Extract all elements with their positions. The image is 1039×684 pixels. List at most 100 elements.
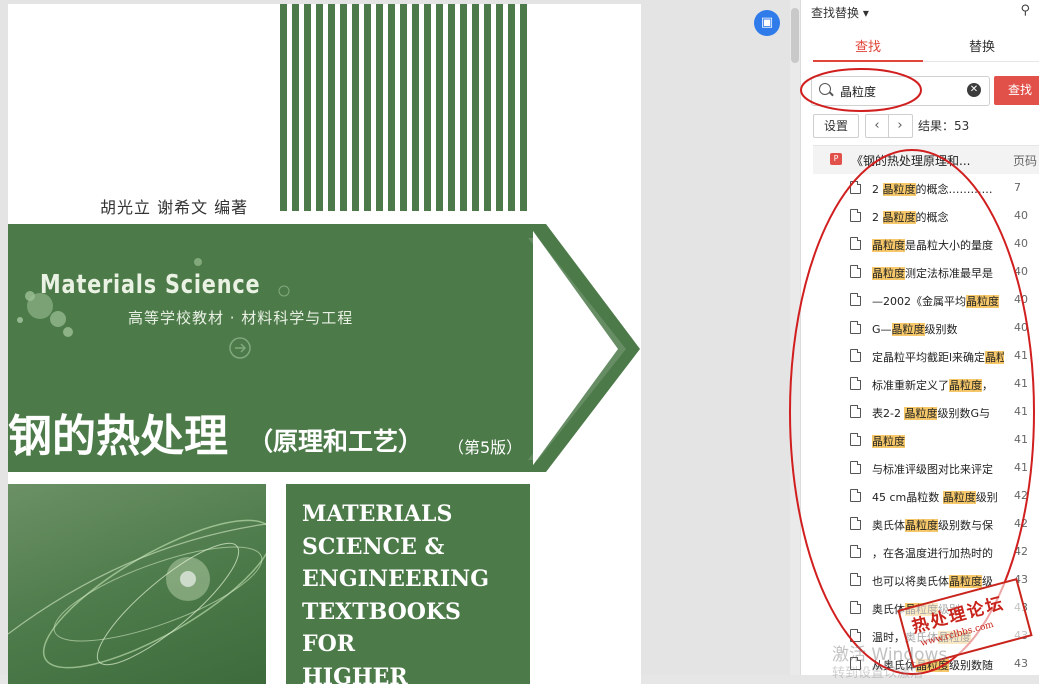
snippet-highlight: 晶粒度 — [872, 267, 905, 280]
result-snippet: 晶粒度是晶粒大小的量度 — [872, 237, 1004, 253]
document-icon — [850, 601, 861, 614]
result-item[interactable]: G—晶粒度级别数 40 — [813, 314, 1039, 342]
result-item[interactable]: 45 cm晶粒数 晶粒度级别 42 — [813, 482, 1039, 510]
book-edition: （第5版） — [448, 438, 523, 457]
result-page-number: 42 — [1014, 489, 1028, 502]
snippet-highlight: 晶粒度 — [949, 379, 982, 392]
snippet-text: G— — [872, 323, 892, 336]
document-icon — [850, 181, 861, 194]
result-snippet: 表2-2 晶粒度级别数G与 — [872, 405, 1004, 421]
result-item[interactable]: 与标准评级图对比来评定 41 — [813, 454, 1039, 482]
previous-result-button[interactable]: ‹ — [866, 115, 889, 137]
activation-watermark-sub: 转到设置以激活 — [832, 666, 924, 681]
document-icon — [850, 321, 861, 334]
result-snippet: 定晶粒平均截距l来确定晶粒度 — [872, 349, 1004, 365]
cover-image-panel — [8, 484, 266, 684]
floating-tool-button[interactable]: ▣ — [754, 10, 780, 36]
series-chinese-title: 高等学校教材 · 材料科学与工程 — [128, 309, 354, 327]
document-icon — [850, 517, 861, 530]
result-file-name: 《钢的热处理原理和... — [851, 154, 971, 168]
pin-icon[interactable]: ⚲ — [1020, 3, 1030, 18]
snippet-text: 级别数G与 — [937, 407, 990, 420]
document-icon — [850, 573, 861, 586]
find-replace-panel: 查找替换 ▾ ⚲ 查找 替换 ✕ 查找 设置 ‹ › 结果：53 P 《钢的热处… — [800, 0, 1039, 675]
result-item[interactable]: 定晶粒平均截距l来确定晶粒度 41 — [813, 342, 1039, 370]
active-tab-indicator — [813, 60, 923, 62]
snippet-text: 级别 — [975, 491, 998, 504]
snippet-highlight: 晶粒度 — [891, 323, 925, 336]
document-icon — [850, 405, 861, 418]
result-snippet: 与标准评级图对比来评定 — [872, 461, 1004, 477]
document-viewer[interactable]: 胡光立 谢希文 编著 Materials Science 高等学校教材 · 材料… — [0, 0, 790, 684]
document-icon — [850, 461, 861, 474]
snippet-text: 与标准评级图对比来评定 — [872, 463, 993, 476]
result-snippet: 2 晶粒度的概念………… — [872, 181, 1004, 197]
result-page-number: 41 — [1014, 377, 1028, 390]
result-snippet: ，在各温度进行加热时的 — [872, 545, 1004, 561]
result-snippet: —2002《金属平均晶粒度 — [872, 293, 1004, 309]
book-english-title: MATERIALS SCIENCE & ENGINEERING TEXTBOOK… — [302, 501, 490, 684]
result-snippet: 晶粒度 — [872, 433, 1004, 449]
result-file-header[interactable]: P 《钢的热处理原理和... 页码 — [813, 146, 1039, 174]
snippet-text: —2002《金属平均 — [872, 295, 966, 308]
tab-replace[interactable]: 替换 — [927, 36, 1037, 55]
snippet-text: 表2-2 — [872, 407, 905, 420]
result-page-number: 7 — [1014, 181, 1021, 194]
result-snippet: 2 晶粒度的概念 — [872, 209, 1004, 225]
result-item[interactable]: 2 晶粒度的概念 40 — [813, 202, 1039, 230]
document-icon — [850, 545, 861, 558]
result-item[interactable]: —2002《金属平均晶粒度 40 — [813, 286, 1039, 314]
snippet-highlight: 晶粒度 — [949, 575, 982, 588]
snippet-highlight: 晶粒度 — [882, 211, 916, 224]
result-snippet: 标准重新定义了晶粒度， — [872, 377, 1004, 393]
result-item[interactable]: 奥氏体晶粒度级别数与保 42 — [813, 510, 1039, 538]
result-item[interactable]: 标准重新定义了晶粒度， 41 — [813, 370, 1039, 398]
snippet-text: 级别数与保 — [938, 519, 993, 532]
result-item[interactable]: 晶粒度测定法标准最早是 40 — [813, 258, 1039, 286]
snippet-highlight: 晶粒度 — [905, 519, 938, 532]
document-scrollbar-thumb[interactable] — [791, 8, 799, 63]
result-item[interactable]: 晶粒度 41 — [813, 426, 1039, 454]
document-icon — [850, 349, 861, 362]
book-authors: 胡光立 谢希文 编著 — [100, 198, 249, 217]
snippet-text: 的概念………… — [915, 183, 993, 196]
result-item[interactable]: 2 晶粒度的概念………… 7 — [813, 174, 1039, 202]
result-page-number: 40 — [1014, 209, 1028, 222]
result-page-number: 41 — [1014, 405, 1028, 418]
snippet-text: 2 — [872, 183, 883, 196]
document-icon — [850, 265, 861, 278]
snippet-text: ，在各温度进行加热时的 — [872, 547, 993, 560]
result-page-number: 42 — [1014, 517, 1028, 530]
result-item[interactable]: ，在各温度进行加热时的 42 — [813, 538, 1039, 566]
page-column-header: 页码 — [1013, 154, 1038, 168]
tab-find[interactable]: 查找 — [813, 36, 923, 55]
next-result-button[interactable]: › — [889, 115, 911, 137]
document-scrollbar[interactable] — [790, 0, 800, 675]
result-page-number: 40 — [1014, 237, 1028, 250]
find-button[interactable]: 查找 — [994, 76, 1039, 105]
snippet-text: 是晶粒大小的量度 — [905, 239, 993, 252]
clear-icon[interactable]: ✕ — [967, 83, 981, 97]
snippet-highlight: 晶粒度 — [966, 295, 999, 308]
search-input[interactable] — [840, 81, 960, 101]
result-page-number: 41 — [1014, 433, 1028, 446]
result-item[interactable]: 晶粒度是晶粒大小的量度 40 — [813, 230, 1039, 258]
series-english-title: Materials Science — [40, 270, 261, 300]
panel-title[interactable]: 查找替换 ▾ — [811, 4, 869, 21]
result-page-number: 40 — [1014, 293, 1028, 306]
settings-button[interactable]: 设置 — [813, 114, 859, 138]
book-subtitle: （原理和工艺） — [248, 427, 424, 456]
snippet-text: ， — [982, 379, 993, 392]
snippet-text: 测定法标准最早是 — [905, 267, 993, 280]
result-snippet: 奥氏体晶粒度级别数与保 — [872, 517, 1004, 533]
document-icon — [850, 293, 861, 306]
result-page-number: 42 — [1014, 545, 1028, 558]
document-icon — [850, 209, 861, 222]
snippet-text: 2 — [872, 211, 883, 224]
search-box[interactable]: ✕ — [811, 76, 990, 106]
result-page-number: 41 — [1014, 461, 1028, 474]
cover-light-swirl — [8, 519, 266, 669]
snippet-text: 45 cm晶粒数 — [872, 491, 943, 504]
result-item[interactable]: 表2-2 晶粒度级别数G与 41 — [813, 398, 1039, 426]
document-icon — [850, 237, 861, 250]
